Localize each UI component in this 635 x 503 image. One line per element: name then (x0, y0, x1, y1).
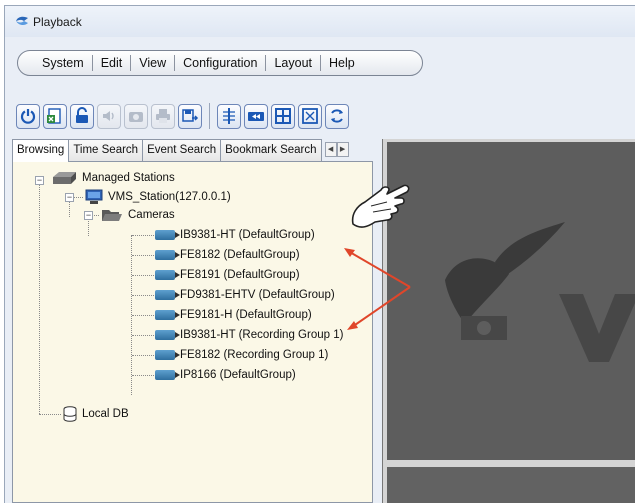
station-tree: − Managed Stations − VMS_Station(127.0.0… (12, 161, 373, 503)
menu-view[interactable]: View (131, 56, 174, 70)
tree-node-camera[interactable]: FE8191 (DefaultGroup) (155, 267, 300, 283)
save-export-icon (182, 109, 199, 122)
audio-button[interactable] (97, 103, 121, 129)
tree-label: IB9381-HT (Recording Group 1) (180, 329, 344, 341)
sync-button[interactable] (217, 103, 241, 129)
menu-layout[interactable]: Layout (266, 56, 320, 70)
panel-tabs: Browsing Time Search Event Search Bookma… (12, 139, 349, 162)
snapshot-button[interactable] (124, 103, 148, 129)
tree-node-camera[interactable]: IP8166 (DefaultGroup) (155, 367, 296, 383)
tree-label: FE8182 (DefaultGroup) (180, 249, 300, 261)
tree-label: IB9381-HT (DefaultGroup) (180, 229, 315, 241)
menu-edit[interactable]: Edit (93, 56, 131, 70)
tree-node-camera[interactable]: FE8182 (DefaultGroup) (155, 247, 300, 263)
power-button[interactable] (16, 103, 40, 129)
window-title: Playback (33, 15, 82, 29)
refresh-icon (331, 109, 343, 123)
tree-node-vms-station[interactable]: VMS_Station(127.0.0.1) (85, 189, 231, 205)
video-speed-icon (248, 112, 264, 121)
sync-icon (223, 108, 235, 124)
collapse-toggle[interactable]: − (65, 193, 74, 202)
tree-label: FE9181-H (DefaultGroup) (180, 309, 312, 321)
tree-node-camera[interactable]: IB9381-HT (Recording Group 1) (155, 327, 343, 343)
tree-node-local-db[interactable]: Local DB (63, 406, 129, 422)
export-excel-icon (47, 108, 61, 124)
tree-label: FD9381-EHTV (DefaultGroup) (180, 289, 335, 301)
camera-snapshot-icon (129, 112, 143, 122)
tab-time-search[interactable]: Time Search (68, 139, 144, 161)
collapse-toggle[interactable]: − (84, 211, 93, 220)
camera-icon (155, 310, 180, 320)
tree-label: Managed Stations (82, 172, 175, 184)
tree-node-camera[interactable]: FD9381-EHTV (DefaultGroup) (155, 287, 335, 303)
export-excel-button[interactable] (43, 103, 67, 129)
tree-label: Local DB (82, 408, 129, 420)
toolbar-separator (209, 103, 210, 129)
tree-node-camera[interactable]: FE9181-H (DefaultGroup) (155, 307, 312, 323)
camera-icon (155, 330, 180, 340)
tree-node-managed-stations[interactable]: Managed Stations (51, 170, 175, 186)
tree-label: FE8182 (Recording Group 1) (180, 349, 329, 361)
tree-label: VMS_Station(127.0.0.1) (108, 191, 231, 203)
pointing-hand-icon (351, 184, 410, 228)
tree-node-camera[interactable]: IB9381-HT (DefaultGroup) (155, 227, 315, 243)
camera-icon (155, 270, 180, 280)
save-export-button[interactable] (178, 103, 202, 129)
database-icon (63, 406, 77, 422)
speaker-icon (103, 111, 114, 121)
unlock-icon (76, 107, 88, 123)
tree-node-cameras-folder[interactable]: Cameras (101, 207, 175, 223)
tab-event-search[interactable]: Event Search (142, 139, 222, 161)
camera-icon (155, 230, 180, 240)
tab-scroll-left-icon[interactable]: ◀ (324, 142, 337, 157)
fullscreen-icon (302, 108, 318, 124)
tab-scroll-right-icon[interactable]: ▶ (336, 142, 349, 157)
layout-grid-icon (275, 108, 291, 124)
layout-grid-button[interactable] (271, 103, 295, 129)
toolbar (16, 100, 352, 132)
watermark-logo-icon (445, 222, 635, 362)
folder-open-icon (102, 210, 122, 221)
managed-stations-icon (53, 172, 76, 184)
collapse-toggle[interactable]: − (35, 176, 44, 185)
tree-label: Cameras (128, 209, 175, 221)
menu-configuration[interactable]: Configuration (175, 56, 265, 70)
tab-bookmark-search[interactable]: Bookmark Search (220, 139, 322, 161)
menu-bar: System Edit View Configuration Layout He… (17, 50, 423, 76)
fullscreen-button[interactable] (298, 103, 322, 129)
refresh-button[interactable] (325, 103, 349, 129)
camera-icon (155, 370, 180, 380)
tree-label: IP8166 (DefaultGroup) (180, 369, 296, 381)
station-computer-icon (85, 189, 103, 204)
menu-system[interactable]: System (34, 56, 92, 70)
print-button[interactable] (151, 103, 175, 129)
video-pane[interactable] (387, 467, 635, 503)
title-bar: Playback (5, 6, 635, 37)
print-icon (156, 109, 170, 123)
tab-browsing[interactable]: Browsing (12, 139, 70, 162)
video-pane[interactable] (387, 142, 635, 460)
unlock-button[interactable] (70, 103, 94, 129)
tree-node-camera[interactable]: FE8182 (Recording Group 1) (155, 347, 328, 363)
camera-icon (155, 350, 180, 360)
app-icon (16, 16, 28, 26)
video-speed-button[interactable] (244, 103, 268, 129)
tree-label: FE8191 (DefaultGroup) (180, 269, 300, 281)
camera-icon (155, 290, 180, 300)
tab-scroll-buttons: ◀ ▶ (324, 142, 349, 161)
camera-icon (155, 250, 180, 260)
power-icon (20, 109, 36, 124)
callout-arrows (344, 248, 411, 330)
menu-help[interactable]: Help (321, 56, 363, 70)
navigation-panel: Browsing Time Search Event Search Bookma… (12, 139, 373, 503)
